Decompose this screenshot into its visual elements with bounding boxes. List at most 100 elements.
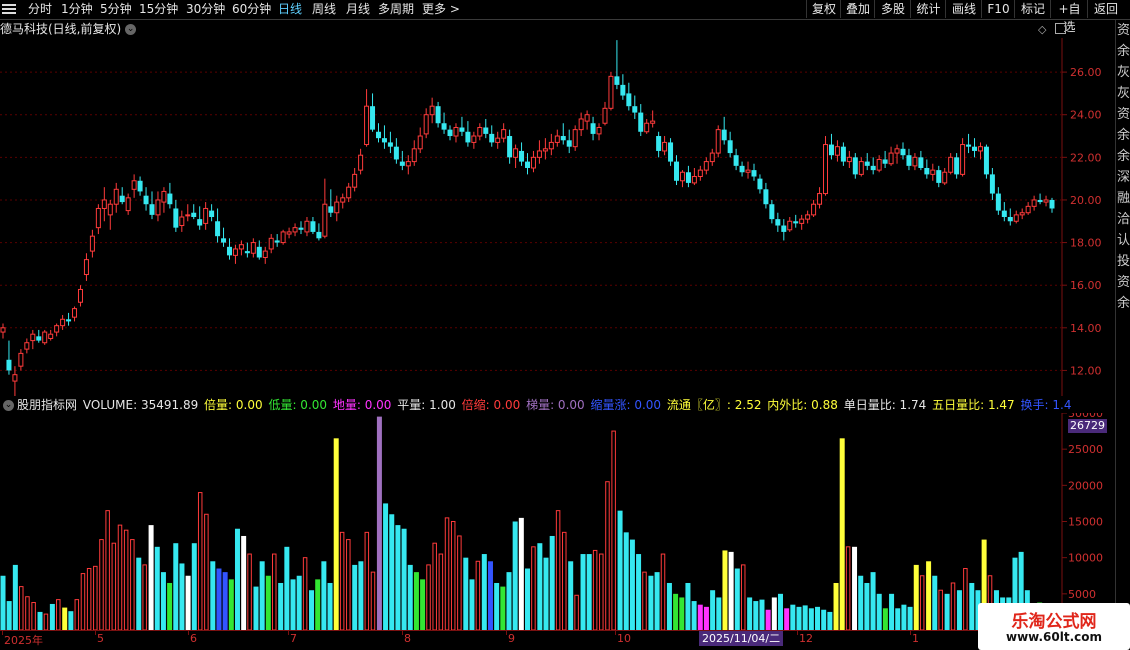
candle[interactable] [769, 199, 775, 224]
volume-bar[interactable] [111, 542, 117, 630]
volume-bar[interactable] [469, 579, 475, 630]
volume-bar[interactable] [926, 561, 932, 630]
candle[interactable] [465, 121, 471, 147]
candle[interactable] [739, 161, 745, 177]
candle[interactable] [787, 217, 793, 232]
diamond-icon[interactable]: ◇ [1038, 23, 1046, 36]
candle[interactable] [256, 240, 262, 260]
volume-bar[interactable] [222, 572, 228, 630]
candle[interactable] [823, 136, 829, 196]
candle[interactable] [602, 101, 608, 126]
candle[interactable] [501, 123, 507, 143]
volume-bar[interactable] [697, 604, 703, 630]
volume-bar[interactable] [765, 609, 771, 630]
candle[interactable] [757, 174, 763, 194]
volume-bar[interactable] [691, 601, 697, 630]
volume-bar[interactable] [636, 554, 642, 630]
candle[interactable] [1013, 210, 1019, 224]
candle[interactable] [763, 182, 769, 209]
volume-bar[interactable] [648, 575, 654, 630]
volume-bar[interactable] [12, 564, 18, 630]
volume-bar[interactable] [864, 582, 870, 630]
volume-bar[interactable] [950, 582, 956, 630]
period-tab-5[interactable]: 60分钟 [232, 1, 271, 18]
volume-bar[interactable] [870, 572, 876, 630]
candle[interactable] [304, 217, 310, 237]
candle[interactable] [292, 223, 298, 237]
volume-bar[interactable] [228, 579, 234, 630]
candle[interactable] [960, 138, 966, 177]
volume-bar[interactable] [364, 531, 370, 630]
volume-bar[interactable] [568, 561, 574, 630]
volume-bar[interactable] [839, 438, 845, 630]
volume-bar[interactable] [346, 539, 351, 630]
volume-bar[interactable] [383, 503, 389, 630]
candle[interactable] [805, 210, 811, 224]
candle[interactable] [882, 150, 888, 168]
volume-bar[interactable] [185, 575, 191, 630]
candle[interactable] [638, 104, 644, 137]
volume-bar[interactable] [6, 601, 12, 630]
volume-bar[interactable] [629, 539, 635, 630]
candle[interactable] [221, 227, 227, 247]
period-tab-1[interactable]: 1分钟 [61, 1, 93, 18]
candle[interactable] [66, 312, 72, 326]
candle[interactable] [727, 131, 733, 158]
candle[interactable] [18, 349, 24, 371]
volume-bar[interactable] [315, 579, 321, 630]
volume-bar[interactable] [481, 554, 487, 630]
volume-bar[interactable] [56, 599, 61, 630]
volume-bar[interactable] [284, 546, 290, 630]
volume-bar[interactable] [253, 586, 259, 630]
right-info-panel[interactable]: 资余灰灰资余余深融洽认投资余 [1115, 20, 1130, 630]
period-tab-0[interactable]: 分时 [28, 1, 52, 18]
volume-bar[interactable] [747, 597, 753, 630]
volume-bar[interactable] [401, 528, 407, 630]
candle[interactable] [316, 223, 322, 241]
candle[interactable] [6, 340, 12, 375]
toolbar-button-0[interactable]: 复权 [806, 0, 841, 18]
toolbar-button-6[interactable]: 标记 [1014, 0, 1051, 18]
candle[interactable] [650, 110, 656, 128]
candle[interactable] [662, 136, 668, 156]
volume-chart[interactable]: 30000250002000015000100005000 [0, 413, 1115, 630]
period-tab-6[interactable]: 日线 [278, 1, 302, 18]
volume-bar[interactable] [450, 521, 456, 631]
volume-bar[interactable] [512, 521, 518, 631]
candle[interactable] [1037, 193, 1043, 205]
candle[interactable] [101, 187, 107, 222]
candle[interactable] [155, 191, 161, 222]
volume-bar[interactable] [62, 607, 68, 630]
volume-bar[interactable] [370, 571, 376, 630]
candle[interactable] [697, 165, 703, 181]
candle[interactable] [215, 208, 221, 243]
volume-bar[interactable] [487, 561, 493, 630]
candle[interactable] [346, 182, 352, 203]
candle[interactable] [483, 118, 489, 139]
candle[interactable] [715, 125, 721, 158]
candle[interactable] [352, 167, 358, 192]
candle[interactable] [852, 153, 858, 179]
volume-bar[interactable] [611, 430, 616, 630]
volume-bar[interactable] [938, 589, 943, 630]
volume-bar[interactable] [142, 564, 147, 630]
candle[interactable] [423, 108, 429, 139]
candle[interactable] [799, 214, 805, 230]
volume-bar[interactable] [173, 543, 179, 630]
volume-bar[interactable] [753, 601, 759, 630]
candle[interactable] [149, 191, 155, 220]
volume-bar[interactable] [290, 579, 296, 630]
candle[interactable] [721, 116, 727, 145]
volume-bar[interactable] [969, 582, 975, 630]
volume-bar[interactable] [500, 586, 506, 630]
candle[interactable] [536, 140, 542, 164]
volume-bar[interactable] [93, 565, 98, 630]
volume-bar[interactable] [660, 553, 666, 630]
candle[interactable] [519, 142, 525, 166]
candle[interactable] [477, 123, 483, 141]
candle[interactable] [274, 234, 280, 247]
candle[interactable] [560, 123, 566, 145]
volume-bar[interactable] [784, 608, 790, 630]
candle[interactable] [364, 89, 370, 147]
candle[interactable] [924, 159, 930, 179]
